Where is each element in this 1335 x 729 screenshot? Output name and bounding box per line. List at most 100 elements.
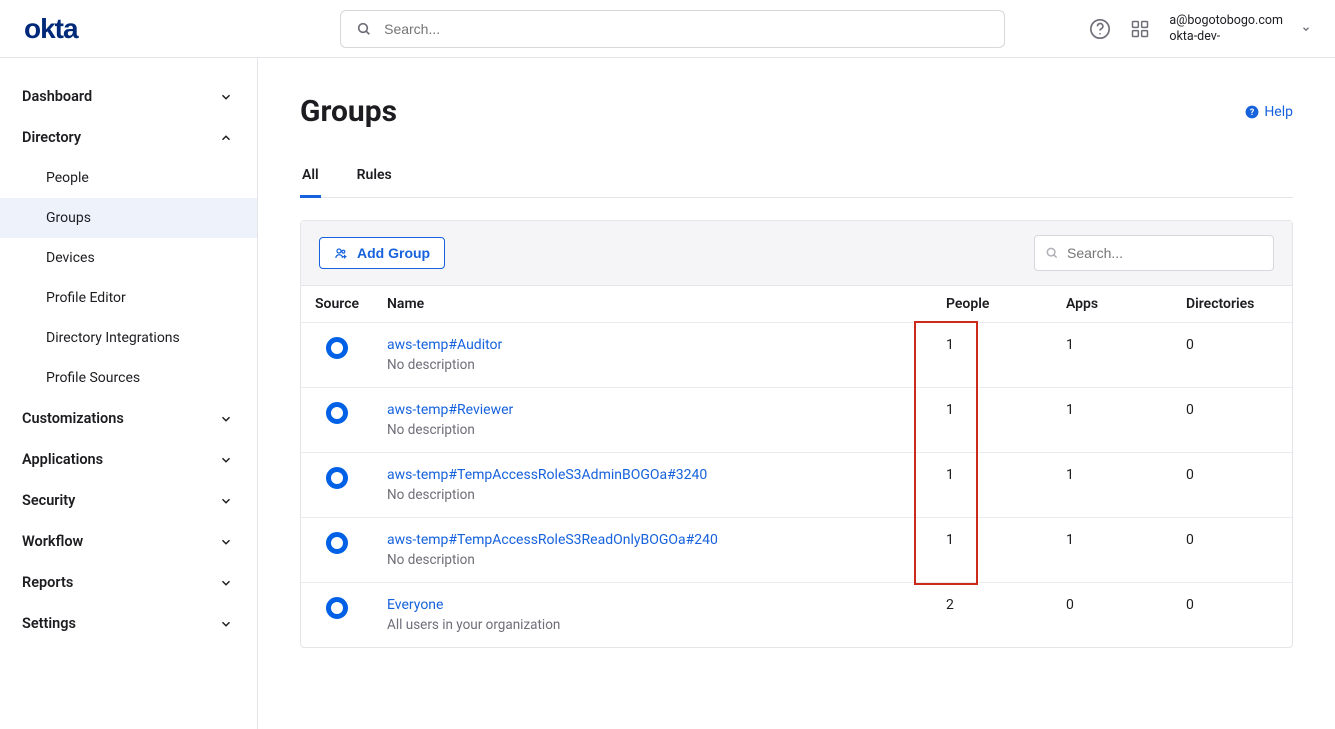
- cell-apps: 1: [1052, 453, 1172, 518]
- group-link[interactable]: aws-temp#TempAccessRoleS3AdminBOGOa#3 24…: [387, 467, 918, 483]
- top-bar: okta a@bogotobogo.com okta-dev-: [0, 0, 1335, 58]
- global-search-input[interactable]: [384, 21, 992, 37]
- global-search[interactable]: [340, 10, 1005, 48]
- sidebar-section-customizations[interactable]: Customizations: [0, 398, 257, 439]
- okta-source-icon: [326, 532, 348, 554]
- sidebar-section-workflow[interactable]: Workflow: [0, 521, 257, 562]
- add-group-icon: [334, 246, 349, 261]
- sidebar-item-directory-integrations[interactable]: Directory Integrations: [0, 318, 257, 358]
- brand-logo[interactable]: okta: [24, 13, 78, 45]
- sidebar-item-groups[interactable]: Groups: [0, 198, 257, 238]
- cell-apps: 1: [1052, 518, 1172, 583]
- cell-people: 1: [932, 323, 1052, 388]
- sidebar-section-dashboard[interactable]: Dashboard: [0, 76, 257, 117]
- tab-all[interactable]: All: [300, 159, 321, 198]
- cell-source: [301, 453, 373, 518]
- col-directories: Directories: [1172, 286, 1292, 323]
- okta-source-icon: [326, 597, 348, 619]
- cell-source: [301, 518, 373, 583]
- sidebar: DashboardDirectoryPeopleGroupsDevicesPro…: [0, 58, 258, 729]
- sidebar-section-applications[interactable]: Applications: [0, 439, 257, 480]
- cell-directories: 0: [1172, 323, 1292, 388]
- cell-directories: 0: [1172, 453, 1292, 518]
- sidebar-section-label: Directory: [22, 129, 81, 146]
- col-apps: Apps: [1052, 286, 1172, 323]
- sidebar-section-security[interactable]: Security: [0, 480, 257, 521]
- cell-directories: 0: [1172, 583, 1292, 648]
- chevron-down-icon: [219, 412, 233, 426]
- cell-name: aws-temp#TempAccessRoleS3ReadOnlyBOGOa# …: [373, 518, 932, 583]
- chevron-down-icon: [219, 617, 233, 631]
- okta-source-icon: [326, 402, 348, 424]
- help-link[interactable]: ? Help: [1245, 104, 1293, 120]
- chevron-down-icon: [219, 494, 233, 508]
- table-search[interactable]: [1034, 235, 1274, 271]
- cell-name: EveryoneAll users in your organization: [373, 583, 932, 648]
- cell-apps: 1: [1052, 388, 1172, 453]
- page-title: Groups: [300, 94, 397, 129]
- chevron-down-icon[interactable]: [1301, 18, 1311, 40]
- help-label: Help: [1264, 104, 1293, 120]
- sidebar-item-devices[interactable]: Devices: [0, 238, 257, 278]
- cell-people: 2: [932, 583, 1052, 648]
- cell-source: [301, 583, 373, 648]
- groups-panel: Add Group Source Name People: [300, 220, 1293, 648]
- groups-table: Source Name People Apps Directories aws-…: [301, 286, 1292, 647]
- search-icon: [1045, 246, 1059, 260]
- sidebar-section-settings[interactable]: Settings: [0, 603, 257, 644]
- logo-wrap: okta: [24, 13, 256, 45]
- sidebar-section-label: Customizations: [22, 410, 124, 427]
- chevron-down-icon: [219, 576, 233, 590]
- col-source: Source: [301, 286, 373, 323]
- group-link[interactable]: aws-temp#TempAccessRoleS3ReadOnlyBOGOa# …: [387, 532, 918, 548]
- col-name: Name: [373, 286, 932, 323]
- chevron-down-icon: [219, 535, 233, 549]
- sidebar-section-label: Dashboard: [22, 88, 92, 105]
- chevron-up-icon: [219, 131, 233, 145]
- table-search-input[interactable]: [1067, 245, 1263, 261]
- add-group-button[interactable]: Add Group: [319, 237, 445, 269]
- table-row: aws-temp#TempAccessRoleS3AdminBOGOa#3 24…: [301, 453, 1292, 518]
- search-icon: [353, 18, 374, 40]
- global-search-wrap: [280, 10, 1065, 48]
- cell-apps: 1: [1052, 323, 1172, 388]
- sidebar-section-label: Security: [22, 492, 75, 509]
- page-header: Groups ? Help: [300, 94, 1293, 129]
- sidebar-item-people[interactable]: People: [0, 158, 257, 198]
- main-content: Groups ? Help All Rules Add Group: [258, 58, 1335, 729]
- cell-name: aws-temp#ReviewerNo description: [373, 388, 932, 453]
- group-description: No description: [387, 487, 918, 503]
- group-link[interactable]: aws-temp#Reviewer: [387, 402, 918, 418]
- cell-directories: 0: [1172, 388, 1292, 453]
- sidebar-item-profile-sources[interactable]: Profile Sources: [0, 358, 257, 398]
- account-menu[interactable]: a@bogotobogo.com okta-dev-: [1169, 13, 1283, 44]
- chevron-down-icon: [219, 453, 233, 467]
- apps-grid-icon[interactable]: [1129, 18, 1151, 40]
- panel-toolbar: Add Group: [301, 221, 1292, 286]
- table-row: EveryoneAll users in your organization2 0…: [301, 583, 1292, 648]
- table-row: aws-temp#ReviewerNo description110: [301, 388, 1292, 453]
- tab-rules[interactable]: Rules: [355, 159, 394, 198]
- okta-source-icon: [326, 467, 348, 489]
- table-wrap: Source Name People Apps Directories aws-…: [301, 286, 1292, 647]
- group-description: No description: [387, 357, 918, 373]
- top-right: a@bogotobogo.com okta-dev-: [1089, 13, 1311, 44]
- cell-people: 1: [932, 388, 1052, 453]
- sidebar-section-label: Reports: [22, 574, 73, 591]
- sidebar-section-directory[interactable]: Directory: [0, 117, 257, 158]
- chevron-down-icon: [219, 90, 233, 104]
- group-link[interactable]: aws-temp#Auditor: [387, 337, 918, 353]
- table-row: aws-temp#AuditorNo description110: [301, 323, 1292, 388]
- account-org: okta-dev-: [1169, 29, 1283, 45]
- sidebar-section-reports[interactable]: Reports: [0, 562, 257, 603]
- okta-source-icon: [326, 337, 348, 359]
- group-link[interactable]: Everyone: [387, 597, 918, 613]
- help-circle-icon: ?: [1245, 105, 1259, 119]
- layout: DashboardDirectoryPeopleGroupsDevicesPro…: [0, 58, 1335, 729]
- help-icon[interactable]: [1089, 18, 1111, 40]
- cell-people: 1: [932, 518, 1052, 583]
- cell-people: 1: [932, 453, 1052, 518]
- sidebar-item-profile-editor[interactable]: Profile Editor: [0, 278, 257, 318]
- cell-source: [301, 388, 373, 453]
- cell-name: aws-temp#TempAccessRoleS3AdminBOGOa#3 24…: [373, 453, 932, 518]
